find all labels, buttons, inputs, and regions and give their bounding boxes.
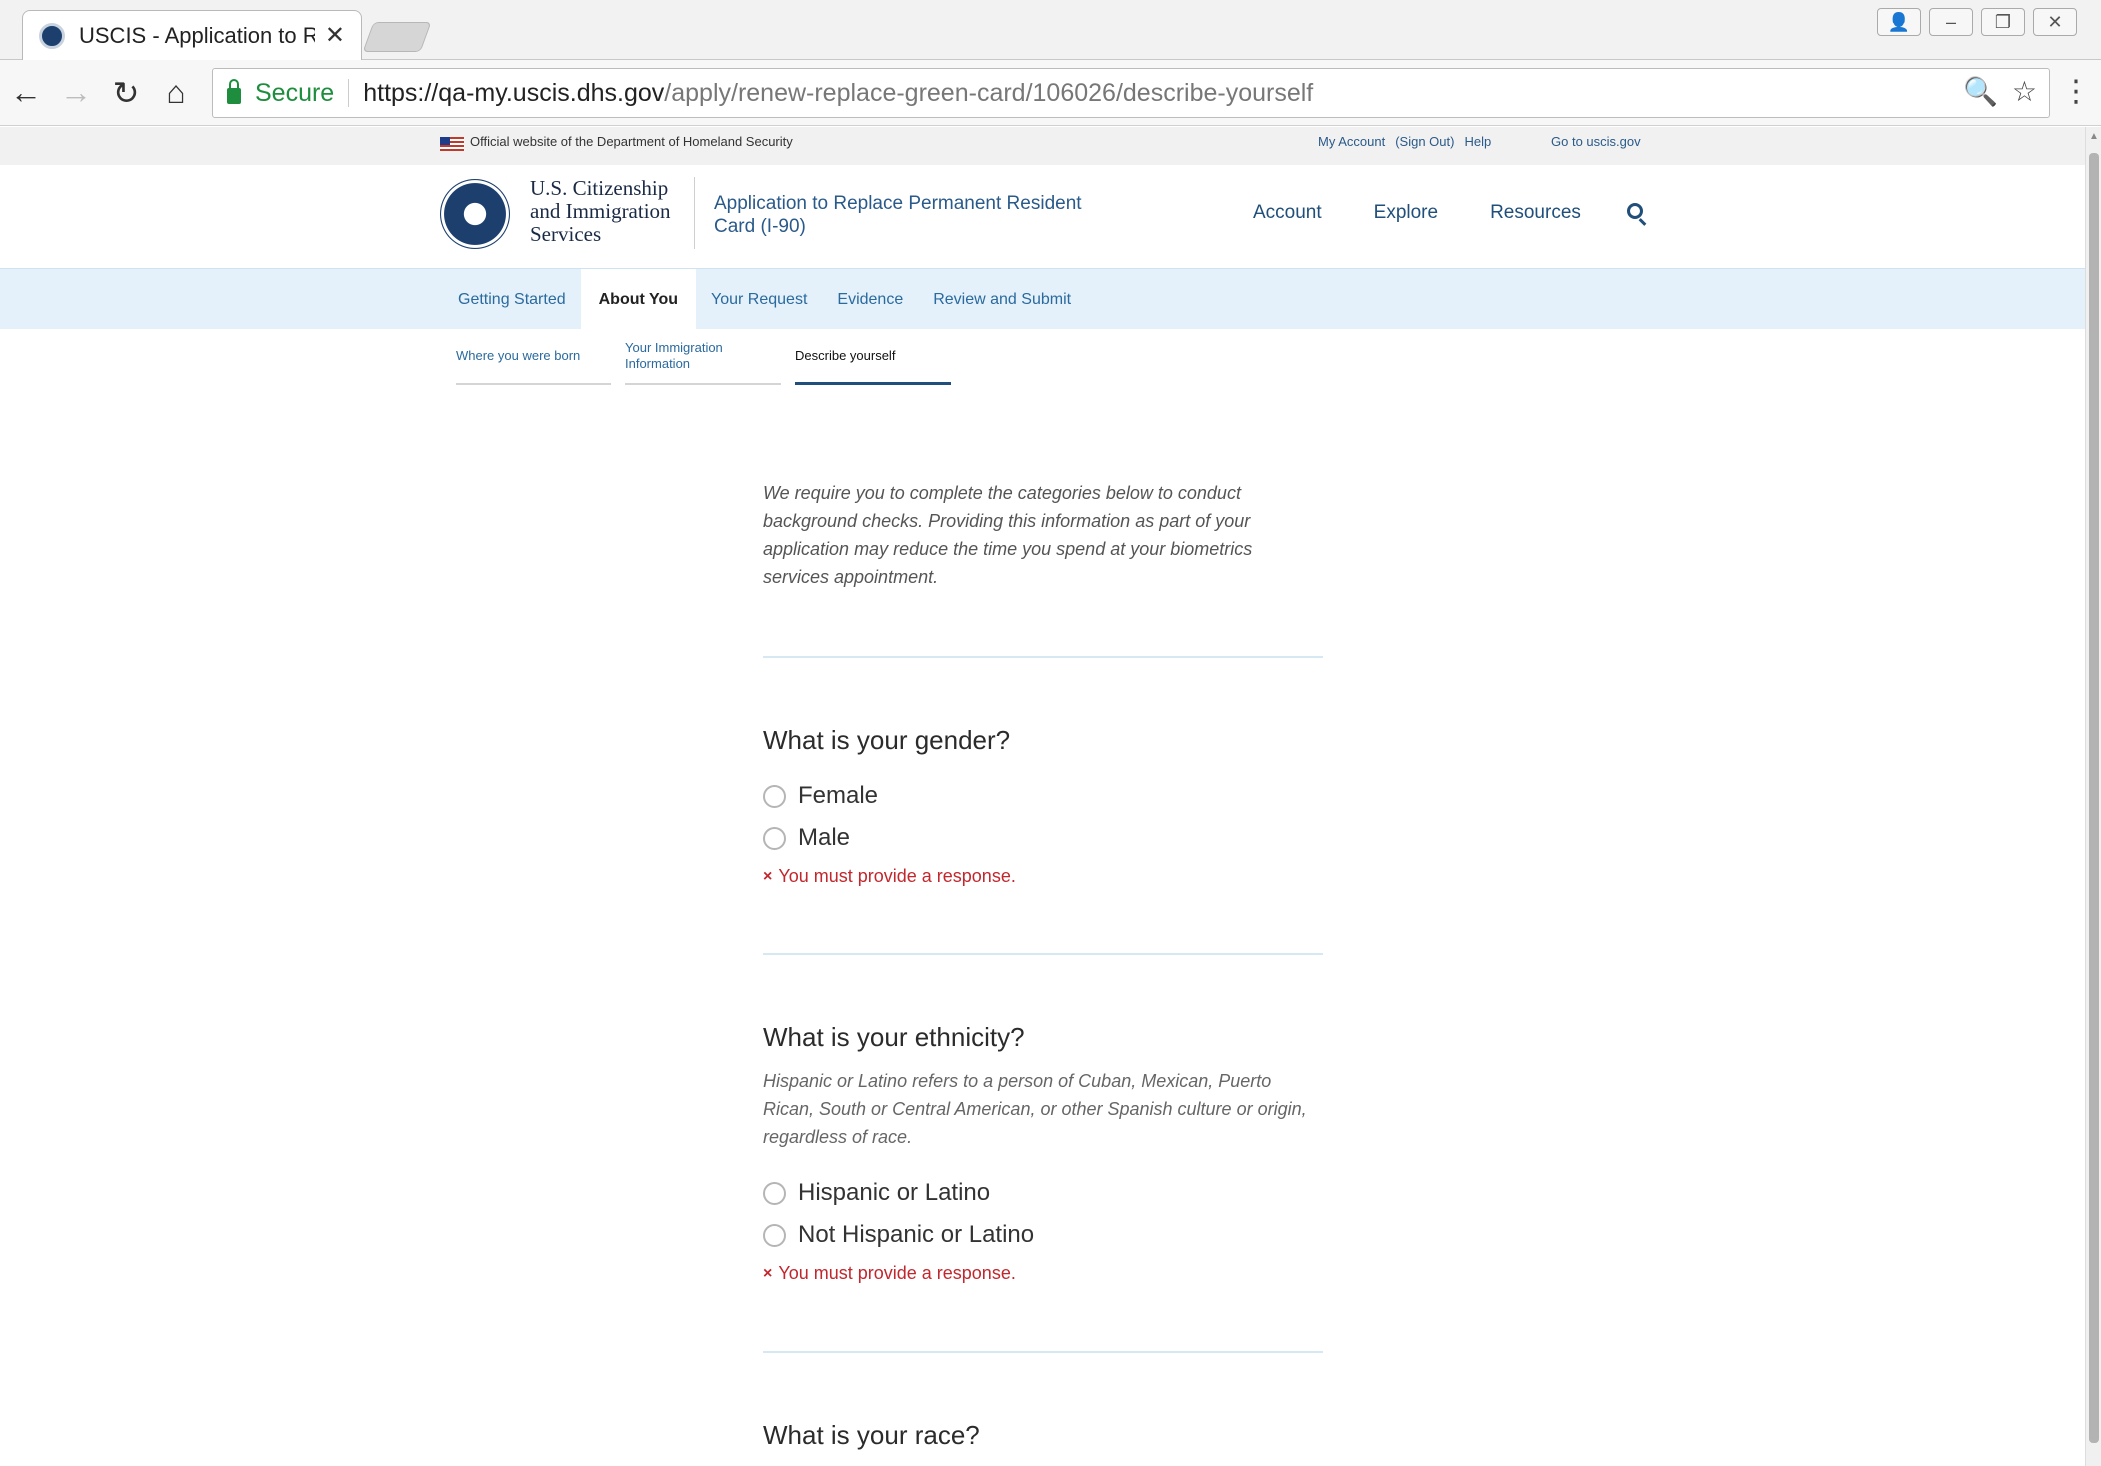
gender-error: × You must provide a response. [763, 866, 1016, 887]
nav-account[interactable]: Account [1253, 202, 1322, 224]
address-bar-actions: 🔍 ☆ [1963, 75, 2037, 108]
agency-name-line: Services [530, 222, 602, 246]
ethnicity-error: × You must provide a response. [763, 1263, 1016, 1284]
minimize-icon[interactable]: – [1929, 8, 1973, 36]
go-to-uscis-link[interactable]: Go to uscis.gov [1551, 134, 1641, 149]
error-text: You must provide a response. [778, 866, 1016, 886]
error-x-icon: × [763, 867, 773, 885]
section-divider [763, 953, 1323, 955]
user-profile-icon[interactable]: 👤 [1877, 8, 1921, 36]
error-x-icon: × [763, 1264, 773, 1282]
substep-describe-yourself[interactable]: Describe yourself [795, 329, 951, 385]
help-link[interactable]: Help [1464, 134, 1491, 149]
tab-evidence[interactable]: Evidence [822, 269, 918, 330]
male-radio[interactable] [763, 826, 786, 850]
gender-option-male[interactable]: Male [763, 824, 850, 852]
female-radio[interactable] [763, 784, 786, 808]
window-close-icon[interactable]: ✕ [2033, 8, 2077, 36]
agency-name[interactable]: U.S. Citizenship and Immigration Service… [530, 177, 671, 246]
main-nav: Account Explore Resources [1253, 202, 1581, 224]
browser-toolbar: ← → ↻ ⌂ Secure https://qa-my.uscis.dhs.g… [0, 60, 2101, 126]
url-path: /apply/renew-replace-green-card/106026/d… [664, 78, 1314, 107]
sign-out-link[interactable]: (Sign Out) [1395, 134, 1454, 149]
account-links: My Account (Sign Out) Help [1318, 134, 1491, 149]
gov-banner: Official website of the Department of Ho… [0, 127, 2085, 165]
ethnicity-option-not-hispanic[interactable]: Not Hispanic or Latino [763, 1221, 1034, 1249]
dhs-seal-logo[interactable] [440, 179, 510, 249]
error-text: You must provide a response. [778, 1263, 1016, 1283]
uscis-favicon-icon [39, 22, 65, 49]
gender-option-female[interactable]: Female [763, 782, 878, 810]
secure-label: Secure [255, 78, 335, 107]
forward-arrow-icon[interactable]: → [52, 69, 100, 117]
browser-tabstrip: USCIS - Application to Re ✕ 👤 – ❐ ✕ [0, 0, 2101, 60]
agency-name-line: U.S. Citizenship [530, 176, 669, 200]
tab-title: USCIS - Application to Re [79, 22, 315, 48]
browser-menu-icon[interactable]: ⋮ [2061, 74, 2091, 109]
lock-icon [227, 79, 241, 104]
header-divider [694, 177, 695, 249]
ethnicity-question: What is your ethnicity? [763, 1022, 1025, 1052]
hispanic-radio[interactable] [763, 1181, 786, 1205]
my-account-link[interactable]: My Account [1318, 134, 1385, 149]
us-flag-icon [440, 137, 464, 151]
new-tab-button[interactable] [362, 22, 432, 52]
substep-navigation: Where you were born Your Immigration Inf… [456, 329, 951, 385]
option-label: Male [798, 824, 851, 851]
section-divider [763, 656, 1323, 658]
option-label: Hispanic or Latino [798, 1179, 991, 1206]
substep-immigration-information[interactable]: Your Immigration Information [625, 329, 781, 385]
address-bar[interactable]: Secure https://qa-my.uscis.dhs.gov/apply… [212, 68, 2050, 118]
page-scrollbar[interactable]: ▲ [2085, 127, 2101, 1466]
agency-name-line: and Immigration [530, 199, 671, 223]
substep-where-you-were-born[interactable]: Where you were born [456, 329, 611, 385]
race-question: What is your race? [763, 1420, 980, 1450]
tab-getting-started[interactable]: Getting Started [443, 269, 581, 330]
official-website-text: Official website of the Department of Ho… [470, 134, 793, 149]
intro-text: We require you to complete the categorie… [763, 483, 1253, 587]
address-separator [348, 79, 350, 107]
url-host: https://qa-my.uscis.dhs.gov [363, 78, 665, 107]
back-arrow-icon[interactable]: ← [2, 69, 50, 117]
tab-about-you[interactable]: About You [580, 269, 697, 330]
section-divider [763, 1351, 1323, 1353]
zoom-icon[interactable]: 🔍 [1963, 75, 1998, 108]
search-icon[interactable] [1627, 203, 1643, 219]
step-navigation: Getting Started About You Your Request E… [0, 268, 2085, 330]
scrollbar-thumb[interactable] [2089, 153, 2099, 1443]
nav-resources[interactable]: Resources [1490, 202, 1581, 224]
nav-explore[interactable]: Explore [1374, 202, 1438, 224]
close-tab-icon[interactable]: ✕ [325, 21, 345, 50]
not-hispanic-radio[interactable] [763, 1223, 786, 1247]
option-label: Not Hispanic or Latino [798, 1221, 1035, 1248]
scroll-up-icon[interactable]: ▲ [2089, 131, 2099, 142]
browser-tab[interactable]: USCIS - Application to Re ✕ [22, 10, 362, 60]
gender-question: What is your gender? [763, 725, 1011, 755]
tab-review-and-submit[interactable]: Review and Submit [918, 269, 1086, 330]
tab-your-request[interactable]: Your Request [696, 269, 822, 330]
option-label: Female [798, 782, 879, 809]
page-content: Official website of the Department of Ho… [0, 127, 2085, 1466]
window-controls: 👤 – ❐ ✕ [1877, 8, 2077, 36]
restore-icon[interactable]: ❐ [1981, 8, 2025, 36]
ethnicity-option-hispanic[interactable]: Hispanic or Latino [763, 1179, 990, 1207]
reload-icon[interactable]: ↻ [102, 69, 150, 117]
application-title: Application to Replace Permanent Residen… [714, 193, 1082, 237]
site-header: U.S. Citizenship and Immigration Service… [0, 165, 2085, 268]
home-icon[interactable]: ⌂ [152, 69, 200, 117]
ethnicity-hint: Hispanic or Latino refers to a person of… [763, 1071, 1307, 1147]
bookmark-star-icon[interactable]: ☆ [2012, 75, 2037, 108]
